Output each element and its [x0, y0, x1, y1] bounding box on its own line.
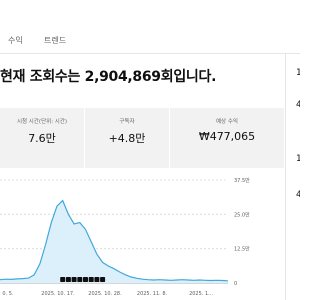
metric-value: +4.8만: [108, 132, 146, 145]
upload-marker: [77, 277, 83, 282]
upload-marker: [100, 277, 106, 282]
metric-card-watch-time[interactable]: 시청 시간(단위: 시간) 7.6만: [0, 108, 84, 168]
x-tick-label: 2025. 10. 17.: [41, 291, 75, 297]
analytics-overview: 현재 조회수는 2,904,869회입니다. 시청 시간(단위: 시간) 7.6…: [0, 54, 284, 300]
upload-marker: [94, 277, 100, 282]
metric-cards: 시청 시간(단위: 시간) 7.6만 구독자 +4.8만 예상 수익 ₩477,…: [0, 108, 284, 168]
upload-marker: [71, 277, 77, 282]
page-title: 현재 조회수는 2,904,869회입니다.: [0, 69, 217, 85]
side-value: 4: [296, 100, 300, 110]
upload-marker: [65, 277, 71, 282]
x-tick-label: 2025. 1...: [189, 291, 213, 297]
upload-marker: [83, 277, 88, 282]
upload-marker: [88, 277, 94, 282]
metric-value: ₩477,065: [198, 130, 256, 143]
y-tick-label: 37.5만: [234, 177, 250, 184]
y-tick-label: 25.0만: [234, 211, 250, 218]
area-fill: [0, 200, 228, 283]
x-tick-label: 2025. 10. 28.: [88, 291, 122, 297]
series-line: [0, 199, 229, 282]
side-value: 4: [296, 190, 300, 200]
tab-bar: 수익 트렌드: [0, 30, 300, 54]
metric-card-subscribers[interactable]: 구독자 +4.8만: [85, 108, 169, 168]
metric-label: 구독자: [119, 119, 135, 125]
metric-card-revenue[interactable]: 예상 수익 ₩477,065: [170, 108, 284, 168]
x-tick-label: 0. 5.: [2, 291, 14, 297]
views-chart-svg: 37.5만 25.0만 12.5만 0 0. 5. 2025. 10. 17. 2025. …: [0, 177, 250, 297]
side-value: 1: [296, 68, 300, 78]
side-value: 1: [296, 154, 300, 164]
metric-value: 7.6만: [28, 132, 56, 145]
x-tick-label: 2025. 11. 8.: [137, 291, 168, 297]
tab-revenue[interactable]: 수익: [8, 35, 23, 46]
side-panel: 1 4 1 4: [286, 54, 300, 300]
upload-marker: [60, 277, 66, 282]
tab-trends[interactable]: 트렌드: [44, 35, 66, 46]
metric-label: 예상 수익: [216, 119, 238, 125]
y-tick-label: 12.5만: [234, 246, 250, 253]
y-tick-label: 0: [234, 281, 237, 287]
views-chart[interactable]: 37.5만 25.0만 12.5만 0 0. 5. 2025. 10. 17. 2025. …: [0, 172, 284, 300]
metric-label: 시청 시간(단위: 시간): [16, 119, 68, 125]
